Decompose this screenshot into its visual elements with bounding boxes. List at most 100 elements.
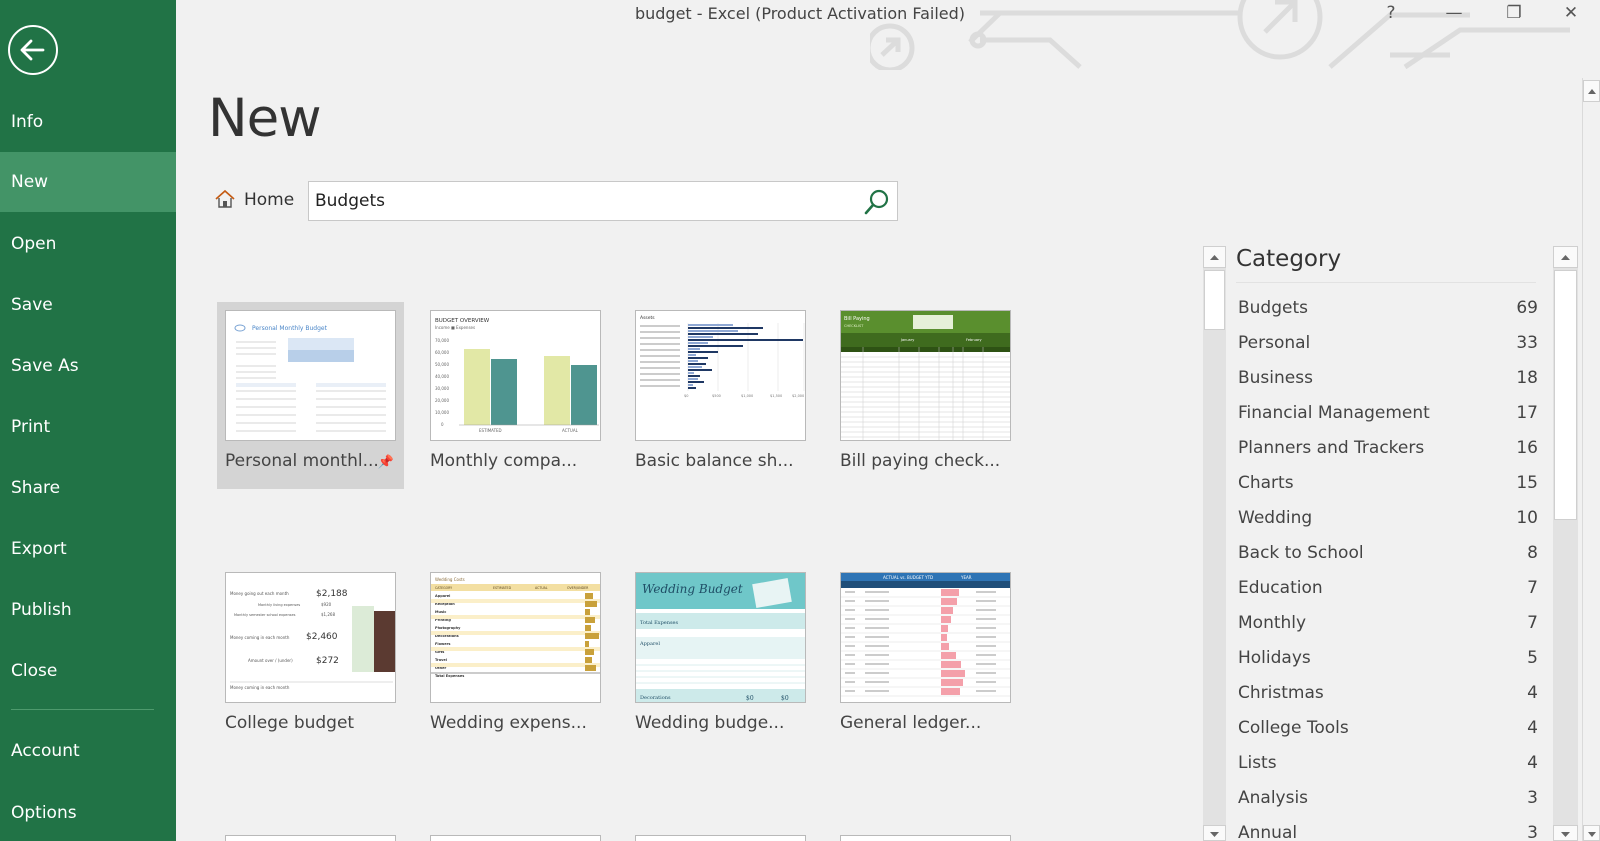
search-icon bbox=[864, 189, 889, 215]
scroll-thumb[interactable] bbox=[1554, 270, 1577, 520]
template-thumbnail: ACTUAL vs. BUDGET YTD YEAR bbox=[840, 572, 1011, 703]
nav-close[interactable]: Close bbox=[0, 641, 176, 701]
chevron-down-icon bbox=[1588, 832, 1596, 837]
thumb-bill-col2: February bbox=[966, 338, 982, 342]
search-input[interactable] bbox=[309, 182, 849, 220]
template-tile-personal-monthly-budget[interactable]: Personal Monthly Budget Personal monthl.… bbox=[217, 302, 404, 489]
wedbud-value: $0 bbox=[781, 695, 789, 702]
category-count: 3 bbox=[1527, 788, 1538, 808]
bar-income-actual bbox=[544, 356, 570, 425]
nav-open[interactable]: Open bbox=[0, 214, 176, 274]
category-item-budgets[interactable]: Budgets 69 bbox=[1226, 293, 1538, 328]
category-name: Education bbox=[1238, 578, 1323, 598]
category-name: Monthly bbox=[1238, 613, 1307, 633]
category-item-personal[interactable]: Personal 33 bbox=[1226, 328, 1538, 363]
category-item-wedding[interactable]: Wedding 10 bbox=[1226, 503, 1538, 538]
nav-publish[interactable]: Publish bbox=[0, 580, 176, 640]
college-row-value: $272 bbox=[316, 656, 339, 666]
page-scrollbar[interactable] bbox=[1582, 78, 1600, 841]
category-name: Back to School bbox=[1238, 543, 1364, 563]
scroll-up-button[interactable] bbox=[1203, 246, 1226, 268]
home-icon bbox=[215, 189, 235, 208]
template-tile-wedding-budget[interactable]: Wedding Budget Total Expenses Apparel De… bbox=[627, 564, 814, 751]
category-item-charts[interactable]: Charts 15 bbox=[1226, 468, 1538, 503]
scroll-up-button[interactable] bbox=[1583, 80, 1600, 102]
category-name: Personal bbox=[1238, 333, 1311, 353]
category-count: 10 bbox=[1516, 508, 1538, 528]
category-item-business[interactable]: Business 18 bbox=[1226, 363, 1538, 398]
backstage-sidebar: Info New Open Save Save As Print Share E… bbox=[0, 0, 176, 841]
nav-options[interactable]: Options bbox=[0, 783, 176, 841]
college-row-label: Monthly semester school expenses bbox=[234, 613, 296, 617]
scroll-up-button[interactable] bbox=[1553, 246, 1578, 268]
category-item-annual[interactable]: Annual 3 bbox=[1226, 818, 1538, 841]
category-item-christmas[interactable]: Christmas 4 bbox=[1226, 678, 1538, 713]
template-thumbnail-partial[interactable] bbox=[430, 835, 601, 841]
chevron-up-icon bbox=[1210, 255, 1219, 260]
monthly-chart-thumb: BUDGET OVERVIEW Income ■ Expenses 70,000… bbox=[435, 318, 599, 433]
template-tile-bill-paying-checklist[interactable]: Bill Paying CHECKLIST January February B… bbox=[832, 302, 1019, 489]
college-row-label: Money going out each month bbox=[230, 591, 289, 596]
nav-save-as[interactable]: Save As bbox=[0, 336, 176, 396]
wedexp-row: Music bbox=[435, 610, 446, 614]
college-row-label: Monthly living expenses bbox=[258, 603, 300, 607]
wedexp-header: CATEGORY bbox=[435, 586, 452, 590]
nav-new[interactable]: New bbox=[0, 152, 176, 212]
search-button[interactable] bbox=[863, 188, 891, 216]
x-tick: $1,000 bbox=[741, 394, 753, 398]
template-label: Basic balance sh... bbox=[635, 451, 794, 471]
template-tile-monthly-comparison[interactable]: BUDGET OVERVIEW Income ■ Expenses 70,000… bbox=[422, 302, 609, 489]
category-right-scrollbar[interactable] bbox=[1553, 246, 1578, 841]
nav-divider bbox=[11, 709, 154, 710]
scroll-thumb[interactable] bbox=[1204, 270, 1225, 330]
y-tick: 10,000 bbox=[435, 410, 449, 415]
category-name: Analysis bbox=[1238, 788, 1309, 808]
y-tick: 40,000 bbox=[435, 374, 449, 379]
wedexp-row: Apparel bbox=[435, 594, 450, 598]
nav-print[interactable]: Print bbox=[0, 397, 176, 457]
template-thumbnail-partial[interactable] bbox=[225, 835, 396, 841]
wedexp-row: Photography bbox=[435, 626, 461, 630]
template-label: Personal monthl... bbox=[225, 451, 379, 471]
template-label: Bill paying check... bbox=[840, 451, 1001, 471]
nav-save[interactable]: Save bbox=[0, 275, 176, 335]
close-window-button[interactable]: ✕ bbox=[1548, 0, 1594, 30]
category-item-education[interactable]: Education 7 bbox=[1226, 573, 1538, 608]
category-left-scrollbar[interactable] bbox=[1203, 246, 1226, 841]
restore-button[interactable]: ❐ bbox=[1491, 0, 1537, 30]
template-thumbnail-partial[interactable] bbox=[840, 835, 1011, 841]
template-tile-basic-balance-sheet[interactable]: Assets $0 $500 $1,000 $1,500 $2,000 Basi… bbox=[627, 302, 814, 489]
nav-share[interactable]: Share bbox=[0, 458, 176, 518]
thumb-ledger-title: ACTUAL vs. BUDGET YTD bbox=[883, 575, 933, 580]
category-item-monthly[interactable]: Monthly 7 bbox=[1226, 608, 1538, 643]
y-tick: 60,000 bbox=[435, 350, 449, 355]
nav-account[interactable]: Account bbox=[0, 721, 176, 781]
category-item-financial-management[interactable]: Financial Management 17 bbox=[1226, 398, 1538, 433]
y-tick: 70,000 bbox=[435, 338, 449, 343]
scroll-down-button[interactable] bbox=[1203, 825, 1226, 841]
minimize-button[interactable]: — bbox=[1431, 0, 1477, 30]
wedbud-row: Total Expenses bbox=[640, 620, 679, 626]
scroll-down-button[interactable] bbox=[1553, 825, 1578, 841]
pin-icon[interactable]: 📌 bbox=[378, 455, 394, 470]
template-tile-wedding-expenses[interactable]: Wedding Costs CATEGORY ESTIMATED ACTUAL … bbox=[422, 564, 609, 751]
category-item-back-to-school[interactable]: Back to School 8 bbox=[1226, 538, 1538, 573]
category-divider bbox=[1236, 282, 1536, 283]
category-item-lists[interactable]: Lists 4 bbox=[1226, 748, 1538, 783]
nav-info[interactable]: Info bbox=[0, 92, 176, 152]
category-item-college-tools[interactable]: College Tools 4 bbox=[1226, 713, 1538, 748]
category-item-holidays[interactable]: Holidays 5 bbox=[1226, 643, 1538, 678]
back-arrow-icon bbox=[20, 39, 45, 61]
category-count: 4 bbox=[1527, 683, 1538, 703]
category-item-planners-and-trackers[interactable]: Planners and Trackers 16 bbox=[1226, 433, 1538, 468]
help-button[interactable]: ? bbox=[1368, 0, 1414, 30]
category-item-analysis[interactable]: Analysis 3 bbox=[1226, 783, 1538, 818]
scroll-down-button[interactable] bbox=[1583, 825, 1600, 841]
bar-expenses-actual bbox=[571, 365, 597, 425]
template-tile-general-ledger[interactable]: ACTUAL vs. BUDGET YTD YEAR General ledge… bbox=[832, 564, 1019, 751]
nav-export[interactable]: Export bbox=[0, 519, 176, 579]
back-button[interactable] bbox=[8, 25, 58, 75]
template-tile-college-budget[interactable]: Money going out each month $2,188 Monthl… bbox=[217, 564, 404, 751]
x-tick: $1,500 bbox=[770, 394, 782, 398]
template-thumbnail-partial[interactable] bbox=[635, 835, 806, 841]
